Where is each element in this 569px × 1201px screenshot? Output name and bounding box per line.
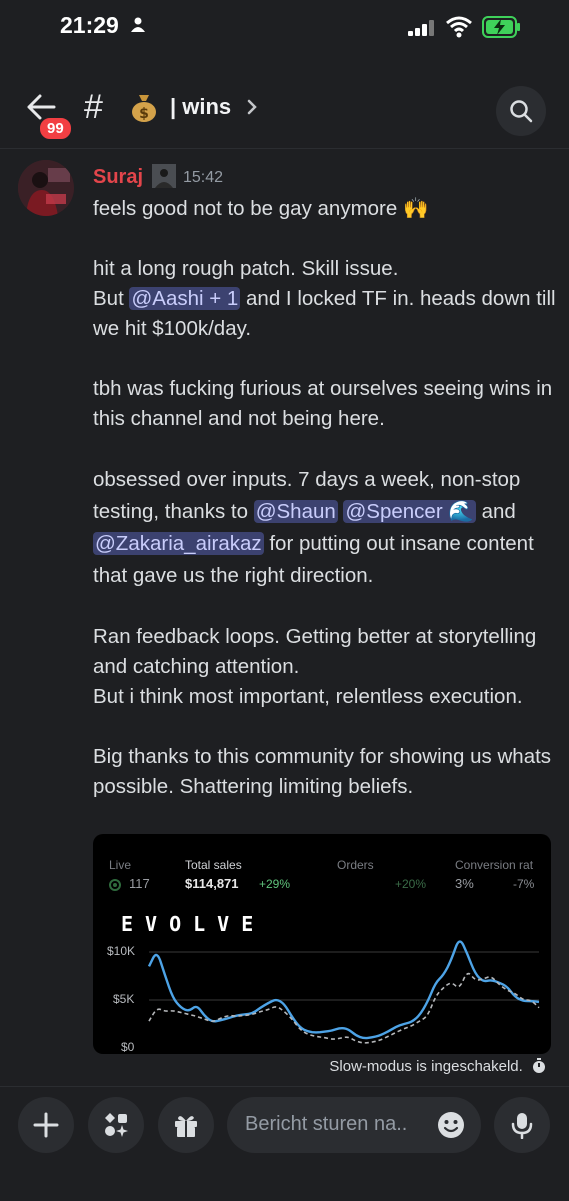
message-paragraph: Big thanks to this community for showing… [93,745,552,798]
message-text: Ran feedback loops. Getting better at st… [93,625,537,678]
message-paragraph: Ran feedback loops. Getting better at st… [93,622,563,712]
message-text: But i think most important, relentless e… [93,685,523,708]
message-text: hit a long rough patch. Skill issue. [93,257,399,280]
message-paragraph: hit a long rough patch. Skill issue. But… [93,254,563,344]
unread-badge: 99 [38,116,73,141]
message-composer: Bericht sturen na.. [0,1086,569,1201]
chevron-right-icon[interactable] [246,98,258,121]
apps-icon [105,1113,128,1137]
slow-mode-notice: Slow-modus is ingeschakeld. [329,1058,547,1075]
message-content: feels good not to be gay anymore 🙌 hit a… [93,194,563,832]
wifi-icon [446,16,472,43]
channel-name[interactable]: | wins [170,94,231,120]
svg-text:$: $ [139,106,149,122]
search-icon [510,100,533,123]
microphone-icon [511,1113,533,1139]
sales-series-line [147,940,540,1040]
battery-charging-icon [482,16,522,43]
message-text: But [93,287,130,310]
plus-icon [33,1112,59,1138]
add-button[interactable] [18,1097,74,1153]
status-time: 21:29 [60,12,119,38]
avatar[interactable] [18,160,74,216]
apps-button[interactable] [88,1097,144,1153]
author-name[interactable]: Suraj [93,166,143,189]
person-icon [130,16,146,37]
gift-button[interactable] [158,1097,214,1153]
mention-shaun[interactable]: @Shaun [253,500,338,523]
channel-hash-icon: # [84,88,103,126]
message-timestamp: 15:42 [183,169,224,186]
money-bag-icon: $ [130,93,158,128]
stopwatch-icon [533,1058,545,1073]
comparison-series-line [148,972,540,1044]
role-icon [152,164,176,188]
message: Suraj 15:42 feels good not to be gay any… [0,150,569,1080]
message-input[interactable]: Bericht sturen na.. [227,1097,481,1153]
message-line: feels good not to be gay anymore 🙌 [93,197,429,220]
attachment-corner [86,830,96,840]
voice-button[interactable] [494,1097,550,1153]
channel-header: 99 # $ | wins [0,72,569,149]
emoji-icon[interactable] [437,1111,465,1144]
status-bar: 21:29 [0,0,569,56]
search-button[interactable] [496,86,546,136]
message-input-placeholder: Bericht sturen na.. [245,1113,408,1135]
mention-spencer[interactable]: @Spencer 🌊 [343,500,476,523]
cellular-signal-icon [408,20,436,41]
message-paragraph: obsessed over inputs. 7 days a week, non… [93,464,563,592]
mention-aashi[interactable]: @Aashi + 1 [129,287,241,310]
mention-zakaria[interactable]: @Zakaria_airakaz [93,532,264,555]
message-text: and [475,500,516,523]
slow-mode-text: Slow-modus is ingeschakeld. [329,1058,523,1075]
gift-icon [175,1116,197,1137]
sales-line-chart [147,940,540,1044]
message-paragraph: tbh was fucking furious at ourselves see… [93,377,553,430]
image-attachment[interactable]: Live 117 Total sales $114,871 +29% Order… [93,834,551,1054]
